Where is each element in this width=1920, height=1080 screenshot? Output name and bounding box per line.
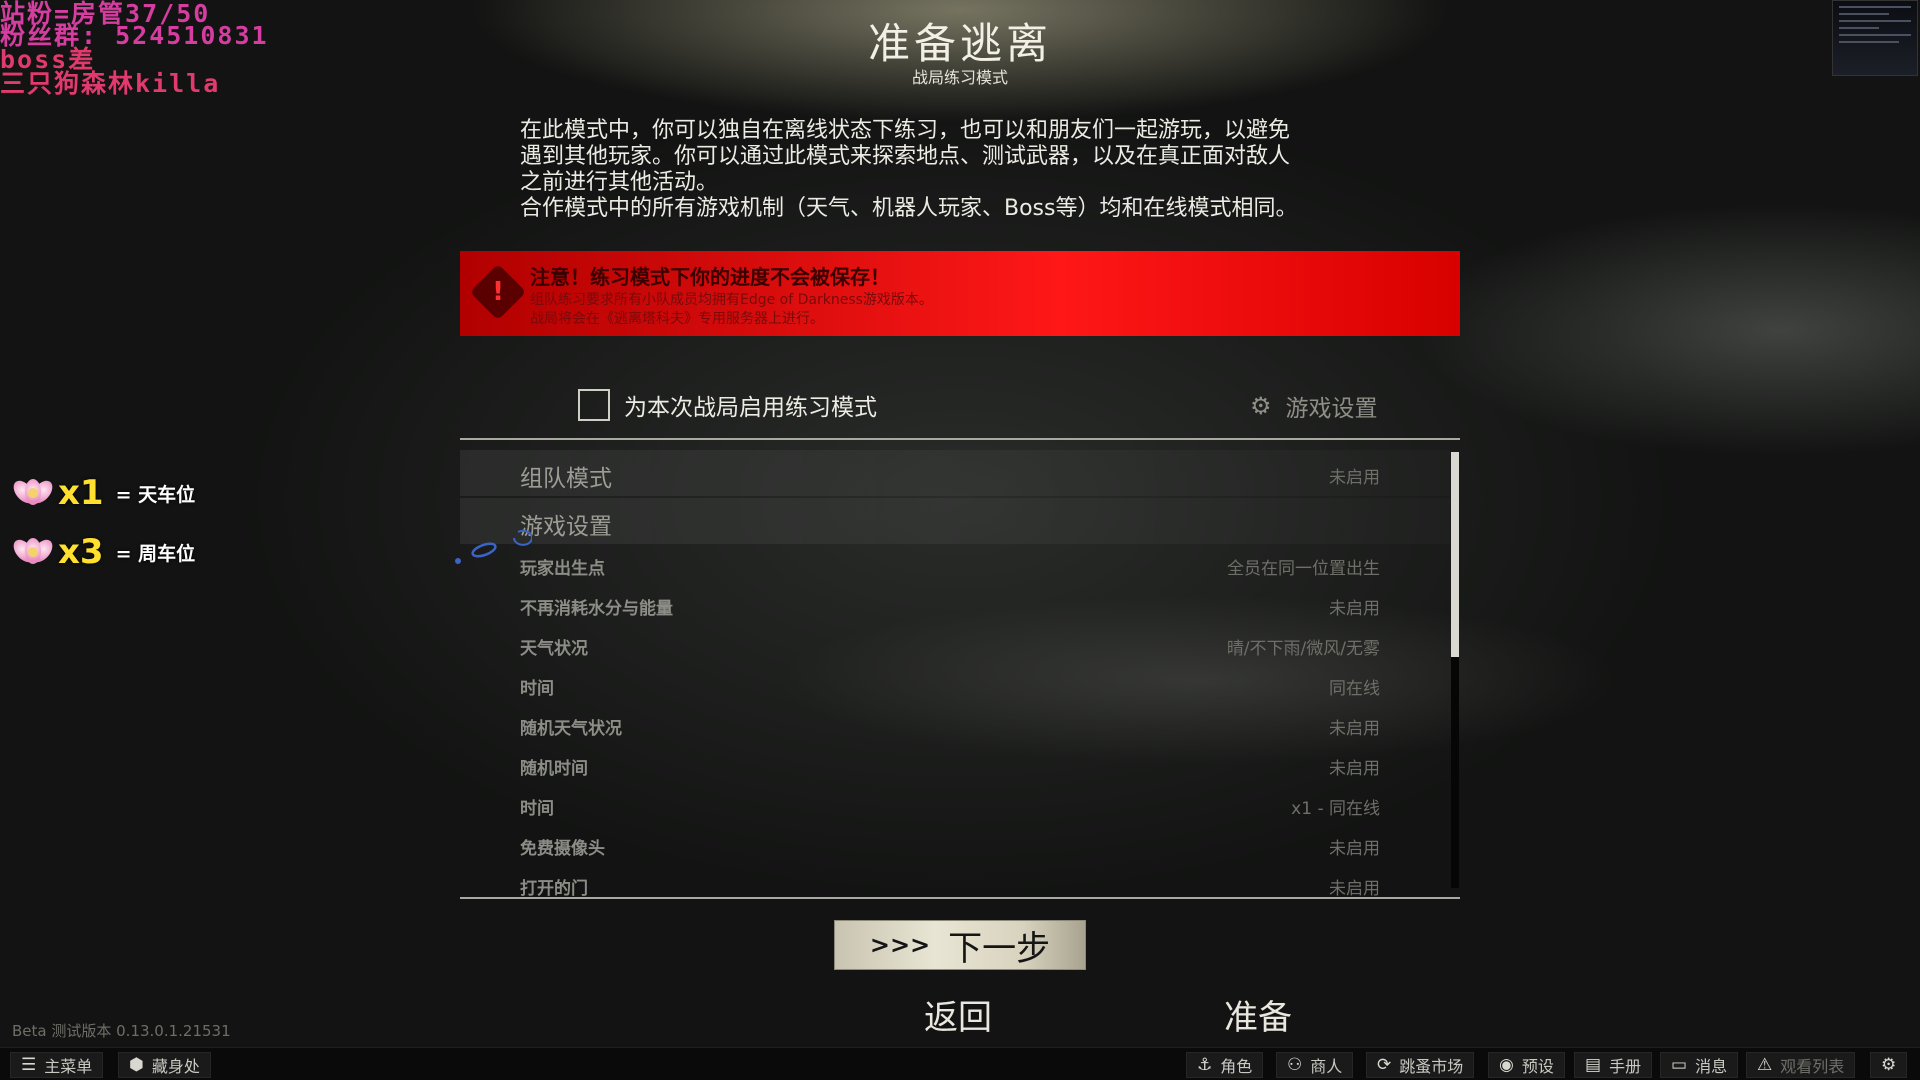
hideout-icon: ⬢ bbox=[129, 1055, 144, 1075]
section-coop-mode[interactable]: 组队模式 未启用 bbox=[460, 450, 1450, 496]
description-line: 在此模式中，你可以独自在离线状态下练习，也可以和朋友们一起游玩，以避免 bbox=[520, 118, 1291, 143]
setting-row[interactable]: 不再消耗水分与能量 未启用 bbox=[460, 584, 1450, 624]
character-button[interactable]: ⚓ 角色 bbox=[1186, 1052, 1264, 1078]
next-step-label: 下一步 bbox=[948, 928, 1051, 969]
setting-row[interactable]: 时间 x1 - 同在线 bbox=[460, 784, 1450, 824]
traders-label: 商人 bbox=[1310, 1057, 1343, 1076]
presets-button[interactable]: ◉ 预设 bbox=[1488, 1052, 1565, 1078]
back-button[interactable]: 返回 bbox=[924, 990, 992, 1039]
character-label: 角色 bbox=[1220, 1057, 1253, 1076]
traders-icon: ⚇ bbox=[1287, 1055, 1303, 1075]
divider bbox=[460, 438, 1460, 440]
flea-market-button[interactable]: ⟳ 跳蚤市场 bbox=[1366, 1052, 1475, 1078]
version-label: Beta 测试版本 0.13.0.1.21531 bbox=[12, 1022, 231, 1040]
scroll-thumb[interactable] bbox=[1451, 452, 1459, 657]
watchlist-label: 观看列表 bbox=[1780, 1057, 1845, 1076]
warning-triangle-icon: ⚠ bbox=[1757, 1055, 1773, 1075]
menu-icon: ☰ bbox=[21, 1055, 37, 1075]
setting-value: 未启用 bbox=[1329, 599, 1380, 619]
handbook-label: 手册 bbox=[1609, 1057, 1642, 1076]
settings-scrollbar[interactable] bbox=[1451, 452, 1459, 888]
setting-value: 同在线 bbox=[1329, 679, 1380, 699]
game-settings-button[interactable]: ⚙ 游戏设置 bbox=[1250, 389, 1378, 423]
setting-label: 玩家出生点 bbox=[520, 559, 605, 579]
warning-title: 注意！练习模式下你的进度不会被保存！ bbox=[530, 265, 890, 289]
warning-text: 战局将会在《逃离塔科夫》专用服务器上进行。 bbox=[530, 311, 824, 327]
setting-label: 打开的门 bbox=[520, 879, 588, 899]
warning-banner: ! 注意！练习模式下你的进度不会被保存！ 组队练习要求所有小队成员均拥有Edge… bbox=[460, 251, 1460, 336]
page-title: 准备逃离 bbox=[867, 19, 1052, 68]
warning-text: 组队练习要求所有小队成员均拥有Edge of Darkness游戏版本。 bbox=[530, 292, 933, 308]
bottom-menu-bar: ☰ 主菜单 ⬢ 藏身处 ⚓ 角色 ⚇ 商人 ⟳ 跳蚤市场 ◉ 预设 ▤ 手册 ▭… bbox=[0, 1047, 1920, 1080]
setting-label: 时间 bbox=[520, 799, 554, 819]
setting-label: 免费摄像头 bbox=[520, 839, 605, 859]
gear-icon: ⚙ bbox=[1250, 392, 1272, 420]
section-game-settings[interactable]: 游戏设置 bbox=[460, 498, 1450, 544]
page-subtitle: 战局练习模式 bbox=[911, 68, 1008, 87]
badge-multiplier: x1 bbox=[58, 473, 104, 513]
badge-label: = 周车位 bbox=[115, 542, 196, 565]
section-label: 组队模式 bbox=[520, 466, 612, 492]
lotus-icon bbox=[9, 533, 57, 571]
practice-mode-checkbox[interactable] bbox=[578, 389, 610, 421]
description-line: 合作模式中的所有游戏机制（天气、机器人玩家、Boss等）均和在线模式相同。 bbox=[520, 196, 1298, 221]
badge-row: x1 = 天车位 bbox=[9, 473, 196, 513]
presets-icon: ◉ bbox=[1499, 1055, 1514, 1075]
hideout-button[interactable]: ⬢ 藏身处 bbox=[118, 1052, 211, 1078]
section-value: 未启用 bbox=[1329, 468, 1380, 488]
setting-row[interactable]: 玩家出生点 全员在同一位置出生 bbox=[460, 544, 1450, 584]
setting-value: 未启用 bbox=[1329, 719, 1380, 739]
setting-row[interactable]: 时间 同在线 bbox=[460, 664, 1450, 704]
lotus-icon bbox=[9, 474, 57, 512]
mode-description: 在此模式中，你可以独自在离线状态下练习，也可以和朋友们一起游玩，以避免 遇到其他… bbox=[520, 118, 1400, 222]
gear-icon: ⚙ bbox=[1881, 1055, 1897, 1075]
handbook-icon: ▤ bbox=[1585, 1055, 1602, 1075]
flea-market-icon: ⟳ bbox=[1377, 1055, 1392, 1075]
badge-multiplier: x3 bbox=[58, 532, 104, 572]
cursor-trail-icon bbox=[455, 529, 532, 564]
setting-value: x1 - 同在线 bbox=[1291, 799, 1380, 819]
setting-label: 时间 bbox=[520, 679, 554, 699]
divider bbox=[460, 897, 1460, 899]
settings-button[interactable]: ⚙ bbox=[1870, 1052, 1908, 1078]
badge-label: = 天车位 bbox=[115, 483, 196, 506]
setting-row[interactable]: 免费摄像头 未启用 bbox=[460, 824, 1450, 864]
traders-button[interactable]: ⚇ 商人 bbox=[1276, 1052, 1354, 1078]
setting-value: 未启用 bbox=[1329, 759, 1380, 779]
practice-mode-label: 为本次战局启用练习模式 bbox=[624, 395, 877, 421]
main-menu-label: 主菜单 bbox=[44, 1057, 93, 1076]
setting-label: 不再消耗水分与能量 bbox=[520, 599, 673, 619]
setting-label: 随机天气状况 bbox=[520, 719, 622, 739]
character-icon: ⚓ bbox=[1197, 1055, 1213, 1075]
description-line: 之前进行其他活动。 bbox=[520, 170, 719, 195]
setting-row[interactable]: 随机天气状况 未启用 bbox=[460, 704, 1450, 744]
setting-value: 全员在同一位置出生 bbox=[1227, 559, 1380, 579]
flea-market-label: 跳蚤市场 bbox=[1399, 1057, 1464, 1076]
setting-row[interactable]: 天气状况 晴/不下雨/微风/无雾 bbox=[460, 624, 1450, 664]
messages-button[interactable]: ▭ 消息 bbox=[1660, 1052, 1739, 1078]
setting-value: 晴/不下雨/微风/无雾 bbox=[1226, 639, 1380, 659]
next-step-button[interactable]: >>> 下一步 bbox=[834, 920, 1086, 970]
watchlist-button[interactable]: ⚠ 观看列表 bbox=[1746, 1052, 1856, 1078]
presets-label: 预设 bbox=[1521, 1057, 1554, 1076]
setting-label: 随机时间 bbox=[520, 759, 588, 779]
setting-label: 天气状况 bbox=[520, 639, 588, 659]
next-arrows-icon: >>> bbox=[869, 931, 931, 959]
handbook-button[interactable]: ▤ 手册 bbox=[1574, 1052, 1653, 1078]
hideout-label: 藏身处 bbox=[151, 1057, 200, 1076]
description-line: 遇到其他玩家。你可以通过此模式来探索地点、测试武器，以及在真正面对敌人 bbox=[520, 144, 1291, 169]
setting-row[interactable]: 随机时间 未启用 bbox=[460, 744, 1450, 784]
setting-value: 未启用 bbox=[1329, 879, 1380, 899]
practice-mode-toggle[interactable]: 为本次战局启用练习模式 bbox=[578, 388, 877, 422]
settings-list: 组队模式 未启用 游戏设置 玩家出生点 全员在同一位置出生 不再消耗水分与能量 … bbox=[460, 450, 1450, 899]
messages-label: 消息 bbox=[1695, 1057, 1728, 1076]
game-settings-label: 游戏设置 bbox=[1285, 396, 1378, 422]
messages-icon: ▭ bbox=[1671, 1055, 1688, 1075]
ready-button[interactable]: 准备 bbox=[1224, 990, 1292, 1039]
setting-value: 未启用 bbox=[1329, 839, 1380, 859]
section-label: 游戏设置 bbox=[520, 514, 612, 540]
badge-row: x3 = 周车位 bbox=[9, 532, 196, 572]
main-menu-button[interactable]: ☰ 主菜单 bbox=[10, 1052, 104, 1078]
